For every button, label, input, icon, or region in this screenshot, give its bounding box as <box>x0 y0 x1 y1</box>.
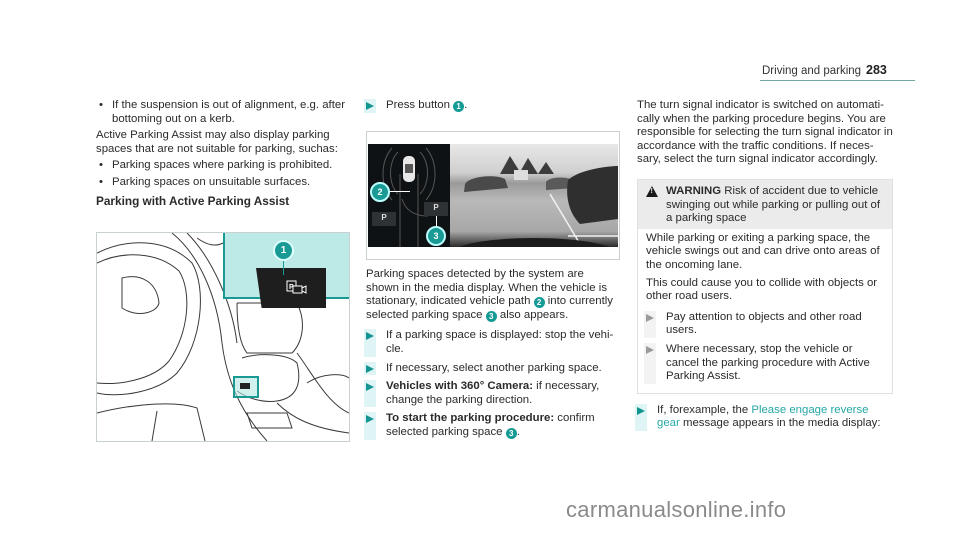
paragraph-text: also appears. <box>499 308 569 321</box>
paragraph: Active Parking Assist may also display p… <box>96 129 338 155</box>
step-text: Press button <box>386 99 450 111</box>
column-2: Press button 1. <box>364 99 618 118</box>
button-detail-inset: P 1 <box>223 233 349 308</box>
parking-button-highlight <box>233 376 259 398</box>
list-item-text: If the suspension is out of alignment, e… <box>112 99 346 125</box>
step-arrow-icon <box>644 310 656 338</box>
warning-label: WARNING <box>666 184 722 197</box>
step-arrow-icon <box>364 380 376 408</box>
reference-number: 3 <box>505 427 517 439</box>
column-3: The turn signal indicator is switched on… <box>635 99 893 436</box>
step-arrow-icon <box>364 361 376 376</box>
step-condition: Vehicles with 360° Camera: <box>386 380 534 393</box>
paragraph: The turn signal indicator is switched on… <box>637 99 893 166</box>
camera-view <box>450 144 618 247</box>
warning-triangle-icon <box>646 185 658 197</box>
step-arrow-icon <box>644 342 656 384</box>
warning-box: WARNING Risk of accident due to vehicle … <box>637 178 893 394</box>
bullet-icon: • <box>99 175 103 188</box>
step-text: message appears in the media display: <box>679 417 881 430</box>
instruction-step: Vehicles with 360° Camera: if necessary,… <box>364 380 618 408</box>
callout-leader-line <box>283 260 284 275</box>
step-text: Pay attention to objects and other road … <box>666 310 862 337</box>
instruction-step: If necessary, select another parking spa… <box>364 361 618 376</box>
list-item-text: Parking spaces on unsuitable surfaces. <box>112 175 311 188</box>
camera-scene <box>459 156 618 247</box>
step-text: If necessary, select another parking spa… <box>386 361 602 374</box>
callout-2: 2 <box>370 182 390 202</box>
step-text: . <box>464 99 468 111</box>
list-item: • Parking spaces on unsuitable surfaces. <box>96 176 352 190</box>
paragraph: Parking spaces detected by the system ar… <box>366 268 618 322</box>
callout-leader-line <box>388 191 410 192</box>
step-condition: To start the parking procedure: <box>386 412 555 425</box>
step-arrow-icon <box>364 329 376 357</box>
parking-slot-selected: P <box>424 202 448 216</box>
parking-overview-panel: P P 2 3 <box>368 144 450 247</box>
watermark: carmanualsonline.info <box>566 497 787 522</box>
step-arrow-icon <box>635 403 647 431</box>
instruction-step: If a parking space is displayed: stop th… <box>364 329 618 357</box>
column-2-lower: Parking spaces detected by the system ar… <box>364 268 618 445</box>
parking-camera-icon: P <box>286 280 307 294</box>
bullet-icon: • <box>99 159 103 172</box>
parking-slot: P <box>372 212 396 226</box>
list-item: • If the suspension is out of alignment,… <box>96 99 352 126</box>
bullet-icon: • <box>99 99 103 111</box>
figure-media-display: P P 2 3 <box>366 131 620 260</box>
section-title: Driving and parking <box>762 65 862 77</box>
reference-number: 1 <box>453 101 465 112</box>
step-arrow-icon <box>364 99 376 113</box>
step-text: If, forexample, the <box>657 403 752 416</box>
warning-body: While parking or exiting a parking space… <box>638 229 892 393</box>
reference-number: 2 <box>533 297 545 309</box>
warning-text: This could cause you to collide with obj… <box>646 276 878 303</box>
instruction-step: If, forexample, the Please engage revers… <box>635 403 893 431</box>
section-heading: Parking with Active Parking Assist <box>96 193 290 208</box>
page-number: 283 <box>866 63 887 77</box>
warning-header: WARNING Risk of accident due to vehicle … <box>638 179 892 229</box>
warning-step: Pay attention to objects and other road … <box>644 310 884 338</box>
figure-center-console: P 1 <box>96 232 350 442</box>
list-item-text: Parking spaces where parking is prohibit… <box>112 159 333 172</box>
page-header: Driving and parking 283 <box>760 62 915 81</box>
warning-text: While parking or exiting a parking space… <box>646 231 880 271</box>
instruction-step: To start the parking procedure: confirm … <box>364 412 618 440</box>
callout-3: 3 <box>426 226 446 246</box>
callout-1: 1 <box>273 240 294 261</box>
step-text: Where necessary, stop the vehicle or can… <box>666 342 870 383</box>
instruction-step: Press button 1. <box>364 99 618 113</box>
button-panel: P <box>256 268 326 308</box>
reference-number: 3 <box>485 310 497 322</box>
warning-step: Where necessary, stop the vehicle or can… <box>644 342 884 384</box>
list-item: • Parking spaces where parking is prohib… <box>96 159 352 173</box>
step-text: If a parking space is displayed: stop th… <box>386 329 614 355</box>
column-1: • If the suspension is out of alignment,… <box>96 99 352 208</box>
step-text: . <box>516 425 520 438</box>
step-arrow-icon <box>364 412 376 440</box>
